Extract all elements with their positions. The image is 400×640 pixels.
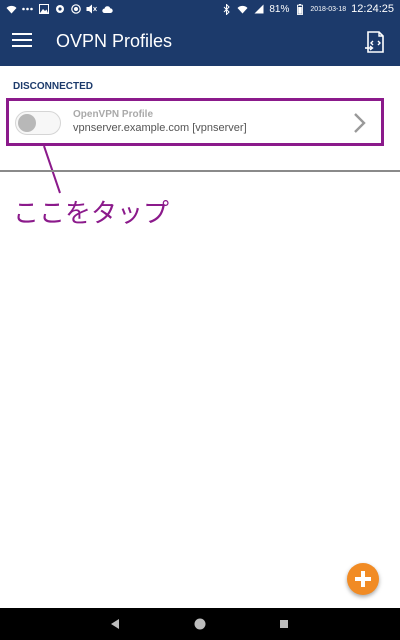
plus-icon-vertical <box>361 571 365 587</box>
add-profile-button[interactable] <box>347 563 379 595</box>
divider <box>0 170 400 172</box>
recents-icon[interactable] <box>276 616 292 632</box>
back-icon[interactable] <box>107 616 123 632</box>
home-icon[interactable] <box>192 616 208 632</box>
annotation-text: ここをタップ <box>13 199 170 229</box>
navigation-bar <box>0 608 400 640</box>
